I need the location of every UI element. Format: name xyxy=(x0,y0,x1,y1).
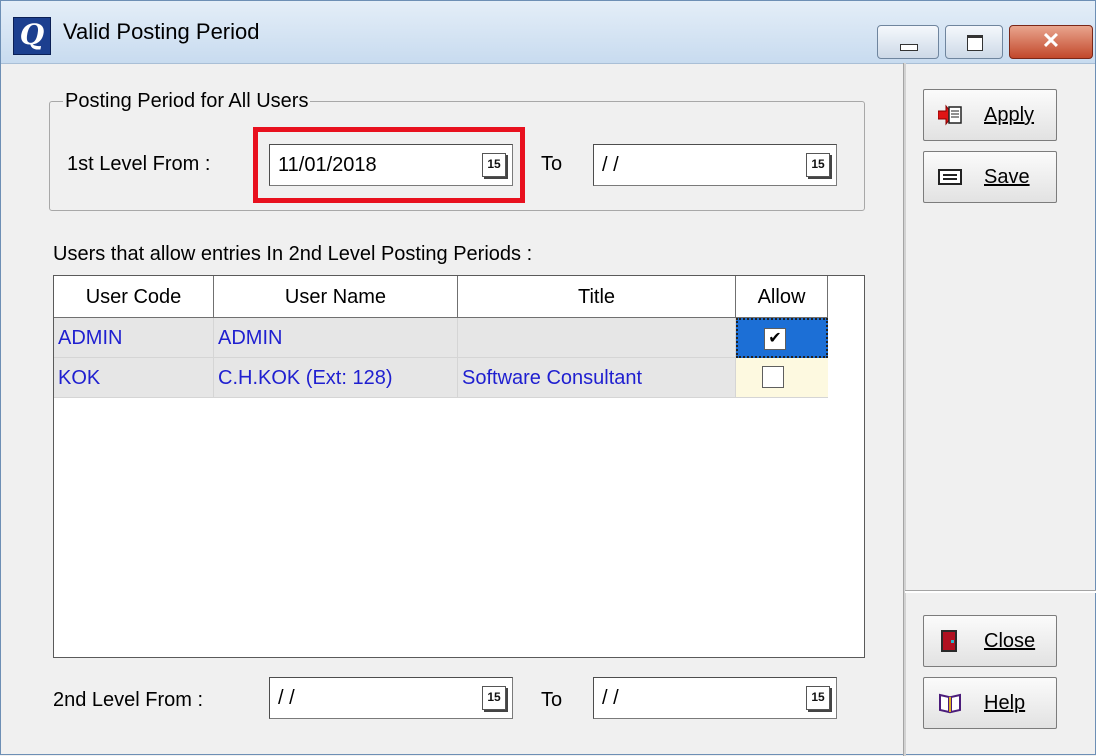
title-bar: Q Valid Posting Period ✕ xyxy=(1,1,1095,64)
cell-user-name[interactable]: ADMIN xyxy=(214,318,458,358)
first-level-to-date-field[interactable]: / / 15 xyxy=(593,144,837,186)
minimize-icon xyxy=(900,44,918,51)
first-level-from-label: 1st Level From : xyxy=(67,153,211,175)
second-level-to-date-field[interactable]: / / 15 xyxy=(593,677,837,719)
save-button-label: Save xyxy=(984,166,1030,188)
second-level-from-label: 2nd Level From : xyxy=(53,689,204,711)
users-section-label: Users that allow entries In 2nd Level Po… xyxy=(53,243,533,265)
second-level-to-label: To xyxy=(541,689,563,711)
cell-title[interactable] xyxy=(458,318,736,358)
allow-checkbox[interactable] xyxy=(762,366,784,388)
calendar-icon[interactable]: 15 xyxy=(482,686,506,710)
cell-user-code[interactable]: KOK xyxy=(54,358,214,398)
cell-allow-selected[interactable]: ✔ xyxy=(736,318,828,358)
calendar-icon[interactable]: 15 xyxy=(806,153,830,177)
column-header-user-code[interactable]: User Code xyxy=(54,276,214,318)
apply-button[interactable]: Apply xyxy=(923,89,1057,141)
cell-title[interactable]: Software Consultant xyxy=(458,358,736,398)
cell-user-code[interactable]: ADMIN xyxy=(54,318,214,358)
second-level-from-date-field[interactable]: / / 15 xyxy=(269,677,513,719)
window-title: Valid Posting Period xyxy=(63,19,260,44)
table-row[interactable]: ADMIN ADMIN ✔ xyxy=(54,318,828,358)
book-icon xyxy=(939,693,961,714)
cell-user-name[interactable]: C.H.KOK (Ext: 128) xyxy=(214,358,458,398)
apply-button-label: Apply xyxy=(984,104,1035,126)
app-logo-icon: Q xyxy=(13,17,51,55)
table-row[interactable]: KOK C.H.KOK (Ext: 128) Software Consulta… xyxy=(54,358,828,398)
maximize-icon xyxy=(967,35,983,51)
help-button[interactable]: Help xyxy=(923,677,1057,729)
cell-allow[interactable] xyxy=(736,358,828,398)
column-header-allow[interactable]: Allow xyxy=(736,276,828,318)
first-level-to-value: / / xyxy=(602,154,619,176)
valid-posting-period-window: Q Valid Posting Period ✕ Posting Period … xyxy=(0,0,1096,756)
highlight-box xyxy=(253,127,525,203)
second-level-to-value: / / xyxy=(602,687,619,709)
save-button[interactable]: Save xyxy=(923,151,1057,203)
help-button-label: Help xyxy=(984,692,1026,714)
window-close-button[interactable]: ✕ xyxy=(1009,25,1093,59)
save-icon xyxy=(938,169,962,185)
column-header-user-name[interactable]: User Name xyxy=(214,276,458,318)
posting-period-group-label: Posting Period for All Users xyxy=(63,90,311,113)
close-button-label: Close xyxy=(984,630,1036,652)
second-level-from-value: / / xyxy=(278,687,295,709)
maximize-button[interactable] xyxy=(945,25,1003,59)
close-icon: ✕ xyxy=(1041,28,1061,53)
allow-checkbox[interactable]: ✔ xyxy=(764,328,786,350)
minimize-button[interactable] xyxy=(877,25,939,59)
right-panel-separator xyxy=(905,590,1096,593)
close-button[interactable]: Close xyxy=(923,615,1057,667)
right-panel-divider xyxy=(903,63,906,756)
calendar-icon[interactable]: 15 xyxy=(806,686,830,710)
users-grid[interactable]: User Code User Name Title Allow ADMIN AD… xyxy=(53,275,865,658)
column-header-title[interactable]: Title xyxy=(458,276,736,318)
door-icon xyxy=(941,630,957,652)
apply-icon xyxy=(938,104,962,126)
first-level-to-label: To xyxy=(541,153,563,175)
